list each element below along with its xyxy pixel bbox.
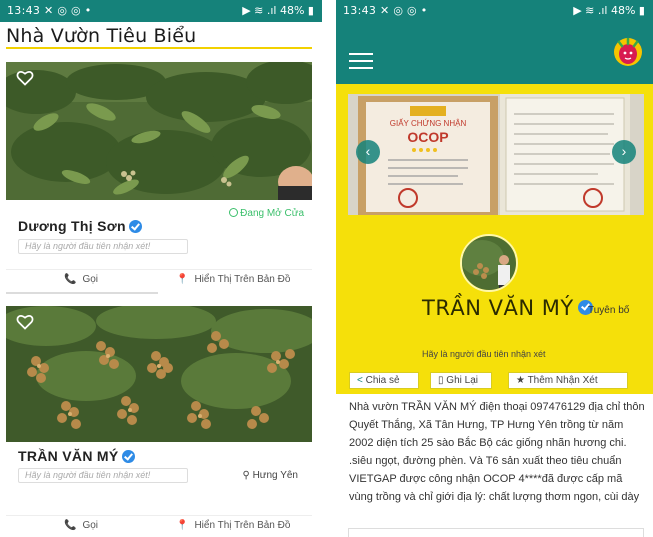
list-screen: 13:43 ✕ ◎ ◎ • ▶ ≋ .ıl 48% ▮ Nhà Vườn Tiê… — [0, 0, 322, 537]
certificate-heading: GIẤY CHỨNG NHẬN — [390, 118, 467, 128]
map-pin-icon: 📍 — [176, 520, 189, 531]
title-underline — [6, 47, 312, 49]
comment-input[interactable]: Hãy là người đầu tiên nhận xét! — [18, 468, 188, 483]
garden-photo[interactable] — [6, 62, 312, 200]
declare-link[interactable]: Tuyên bố — [588, 305, 629, 316]
carousel-next-button[interactable]: › — [612, 140, 636, 164]
status-right: ▶ ≋ .ıl 48% ▮ — [573, 4, 645, 17]
carousel-prev-button[interactable]: ‹ — [356, 140, 380, 164]
status-right: ▶ ≋ .ıl 48% ▮ — [242, 4, 314, 17]
call-button[interactable]: 📞 Gọi — [64, 520, 98, 531]
certificate-brand: OCOP — [407, 129, 448, 145]
bottom-panel — [348, 528, 644, 537]
save-button[interactable]: ▯ Ghi Lại — [430, 372, 492, 389]
owner-name: TRẦN VĂN MÝ — [422, 296, 593, 320]
app-bar — [336, 22, 653, 84]
hamburger-menu-icon[interactable] — [349, 53, 373, 69]
phone-icon: 📞 — [64, 274, 77, 285]
share-icon: < — [357, 375, 363, 386]
location-pin-icon: ⚲ — [242, 470, 250, 481]
garden-description: Nhà vườn TRẦN VĂN MÝ điện thoại 09747612… — [349, 401, 645, 503]
first-comment-prompt: Hãy là người đầu tiên nhận xét — [422, 349, 546, 359]
status-time: 13:43 ✕ ◎ ◎ • — [343, 4, 428, 17]
share-button[interactable]: < Chia sẻ — [349, 372, 419, 389]
active-tab-indicator — [6, 292, 158, 294]
favorite-heart-icon[interactable] — [16, 70, 34, 86]
dragon-fruit-logo-icon[interactable] — [613, 37, 643, 67]
status-bar: 13:43 ✕ ◎ ◎ • ▶ ≋ .ıl 48% ▮ — [336, 0, 653, 22]
verified-check-icon — [128, 220, 142, 233]
profile-header: GIẤY CHỨNG NHẬN OCOP ‹ › TRẦN VĂN MÝ Tuy… — [336, 84, 653, 394]
open-status: Đang Mở Cửa — [229, 208, 304, 219]
garden-photo[interactable] — [6, 306, 312, 442]
card-actions: 📞 Gọi 📍 Hiển Thị Trên Bản Đồ — [6, 269, 312, 294]
location-label: ⚲ Hưng Yên — [242, 470, 298, 481]
page-title: Nhà Vườn Tiêu Biểu — [6, 25, 197, 47]
add-review-button[interactable]: ★ Thêm Nhận Xét — [508, 372, 628, 389]
verified-check-icon — [121, 450, 135, 463]
clock-icon — [229, 208, 239, 217]
detail-screen: 13:43 ✕ ◎ ◎ • ▶ ≋ .ıl 48% ▮ GIẤY CHỨNG N… — [336, 0, 653, 537]
garden-name[interactable]: TRẦN VĂN MÝ — [18, 448, 135, 464]
garden-card[interactable]: Đang Mở Cửa Dương Thị Sơn Hãy là người đ… — [6, 62, 312, 294]
avatar[interactable] — [460, 234, 518, 292]
show-map-button[interactable]: 📍 Hiển Thị Trên Bản Đồ — [176, 274, 290, 285]
bookmark-icon: ▯ — [438, 375, 444, 386]
map-pin-icon: 📍 — [176, 274, 189, 285]
show-map-button[interactable]: 📍 Hiển Thị Trên Bản Đồ — [176, 520, 290, 531]
card-actions: 📞 Gọi 📍 Hiển Thị Trên Bản Đồ — [6, 515, 312, 537]
phone-icon: 📞 — [64, 520, 77, 531]
comment-input[interactable]: Hãy là người đầu tiên nhận xét! — [18, 239, 188, 254]
status-bar: 13:43 ✕ ◎ ◎ • ▶ ≋ .ıl 48% ▮ — [0, 0, 322, 22]
status-time: 13:43 ✕ ◎ ◎ • — [7, 4, 92, 17]
call-button[interactable]: 📞 Gọi — [64, 274, 98, 285]
certificate-carousel[interactable]: GIẤY CHỨNG NHẬN OCOP ‹ › — [348, 94, 644, 215]
favorite-heart-icon[interactable] — [16, 314, 34, 330]
garden-name[interactable]: Dương Thị Sơn — [18, 218, 142, 234]
garden-card[interactable]: TRẦN VĂN MÝ ⚲ Hưng Yên Hãy là người đầu … — [6, 306, 312, 537]
star-icon: ★ — [516, 375, 525, 386]
